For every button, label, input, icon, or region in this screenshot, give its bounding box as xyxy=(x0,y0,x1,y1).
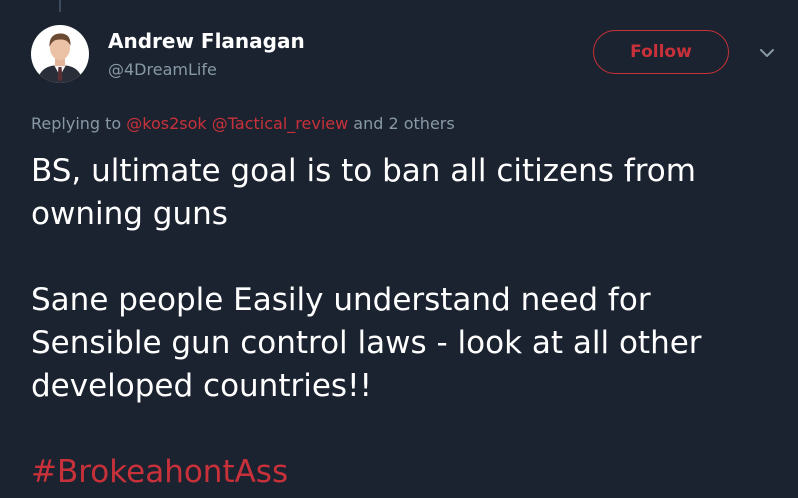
reply-others[interactable]: and 2 others xyxy=(353,114,454,133)
tweet-paragraph: Sane people Easily understand need for S… xyxy=(31,282,702,404)
reply-context: Replying to @kos2sok @Tactical_review an… xyxy=(31,114,455,133)
chevron-down-icon[interactable] xyxy=(757,45,777,61)
tweet-paragraph: BS, ultimate goal is to ban all citizens… xyxy=(31,153,696,232)
author-handle[interactable]: @4DreamLife xyxy=(108,60,217,79)
tweet-body: BS, ultimate goal is to ban all citizens… xyxy=(31,150,781,494)
mention-link[interactable]: @Tactical_review xyxy=(212,114,348,133)
hashtag-link[interactable]: #BrokeahontAss xyxy=(31,454,288,490)
thread-connector-line xyxy=(59,0,61,12)
avatar[interactable] xyxy=(31,25,89,83)
profile-photo xyxy=(31,25,89,83)
mention-link[interactable]: @kos2sok xyxy=(126,114,206,133)
reply-prefix: Replying to xyxy=(31,114,122,133)
author-name[interactable]: Andrew Flanagan xyxy=(108,29,305,53)
follow-button[interactable]: Follow xyxy=(593,30,729,74)
